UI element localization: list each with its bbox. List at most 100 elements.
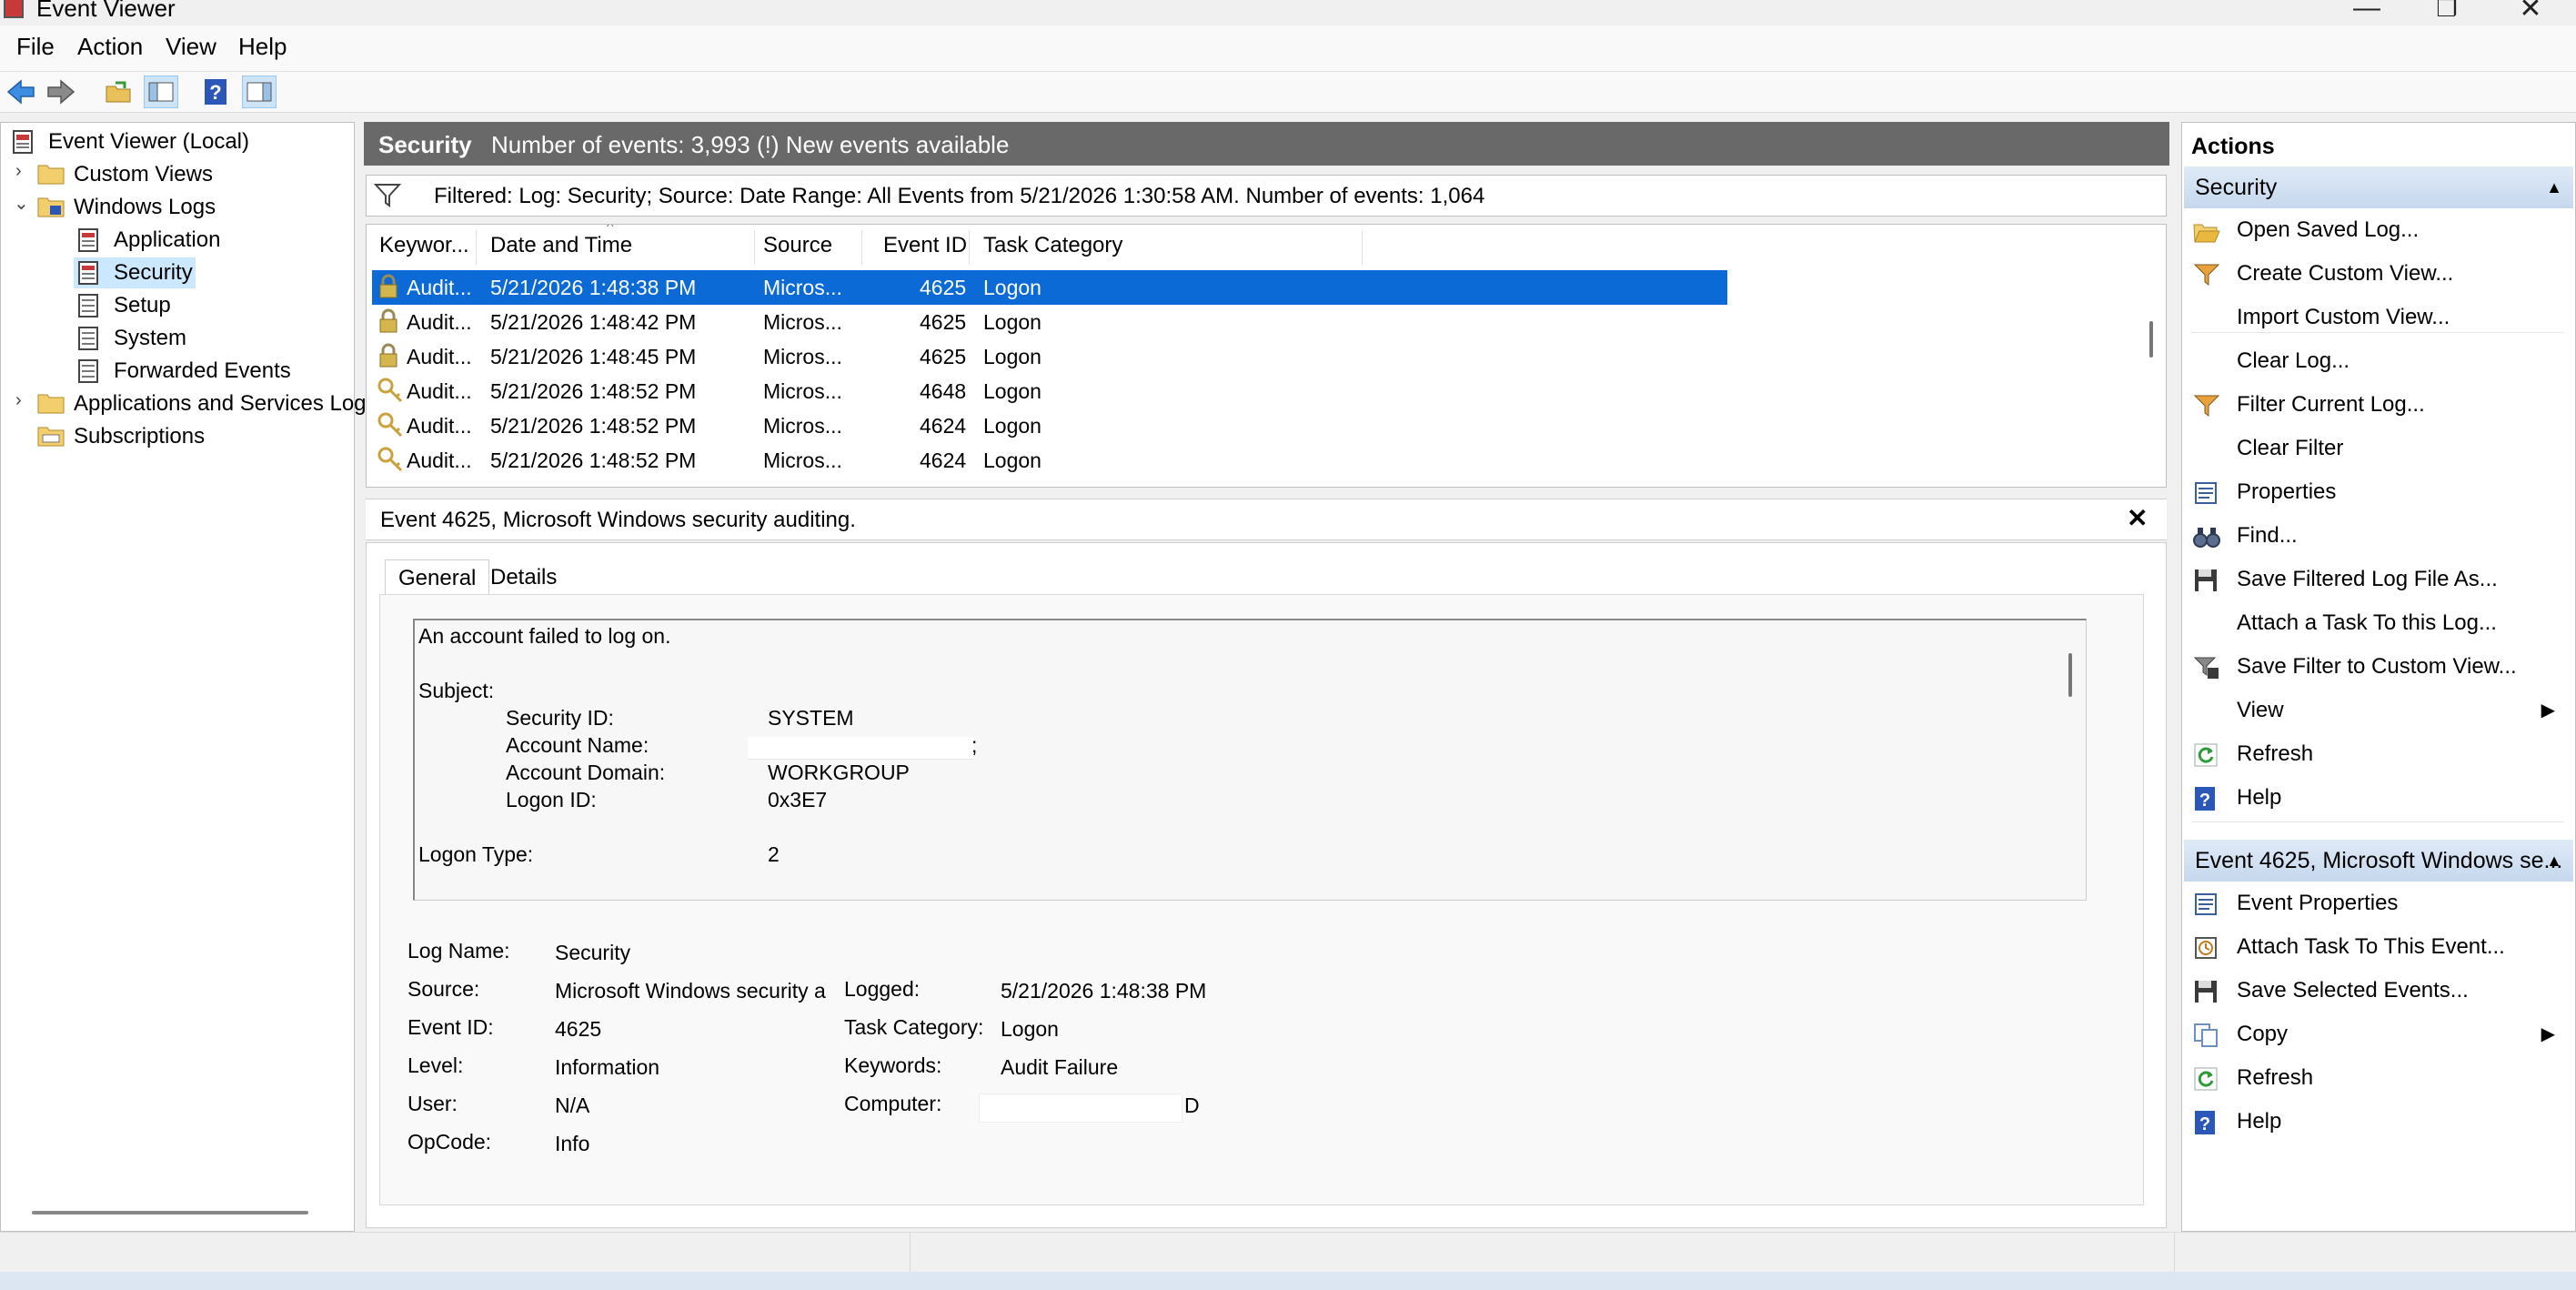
tree-label: Custom Views [74,162,213,186]
forward-arrow-icon[interactable] [44,76,78,108]
event-id-label: Event ID: [408,1015,494,1039]
tree-node-custom-views[interactable]: Custom Views [37,159,213,190]
action-copy[interactable]: Copy ▶ [2191,1014,2564,1054]
open-folder-icon[interactable] [102,76,136,108]
tree-label: Subscriptions [74,424,206,448]
action-create-custom-view[interactable]: Create Custom View... [2191,254,2564,294]
action-clear-filter[interactable]: Clear Filter [2191,428,2564,469]
save-icon [2193,978,2220,1003]
table-row[interactable]: Audit... 5/21/2026 1:48:52 PM Micros... … [372,443,1727,478]
security-id-label: Security ID: [506,706,614,730]
action-label: Attach Task To This Event... [2237,934,2505,959]
tree-node-setup[interactable]: Setup [77,290,171,321]
action-label: Refresh [2237,741,2314,766]
table-row[interactable]: Audit... 5/21/2026 1:48:45 PM Micros... … [372,339,1727,374]
back-arrow-icon[interactable] [4,76,38,108]
source-label: Source: [408,977,480,1001]
tab-details[interactable]: Details [478,559,569,596]
action-properties[interactable]: Properties [2191,472,2564,512]
action-label: Save Filtered Log File As... [2237,567,2498,591]
menu-help[interactable]: Help [238,33,287,61]
security-id-value: SYSTEM [768,706,854,730]
tree-node-security[interactable]: Security [74,257,196,288]
events-list-scrollbar[interactable] [2149,321,2153,358]
close-detail-icon[interactable]: ✕ [2127,503,2148,533]
tree-node-forwarded-events[interactable]: Forwarded Events [77,356,291,387]
table-row[interactable]: Audit... 5/21/2026 1:48:38 PM Micros... … [372,270,1727,305]
action-help[interactable]: ? Help [2191,778,2564,818]
action-event-properties[interactable]: Event Properties [2191,883,2564,923]
tree-label: Event Viewer (Local) [48,129,249,154]
log-icon [77,293,105,318]
action-label: Filter Current Log... [2237,392,2425,417]
tree-node-windows-logs[interactable]: Windows Logs [37,192,216,223]
action-attach-task-to-this-event[interactable]: Attach Task To This Event... [2191,927,2564,967]
tree-node-applications-services[interactable]: Applications and Services Log [37,388,367,419]
menu-view[interactable]: View [166,33,216,61]
minimize-button[interactable]: — [2340,0,2394,24]
help-icon[interactable]: ? [198,76,233,108]
action-open-saved-log[interactable]: Open Saved Log... [2191,210,2564,250]
show-hide-action-pane-icon[interactable] [242,76,277,108]
action-view[interactable]: View ▶ [2191,690,2564,731]
action-find[interactable]: Find... [2191,516,2564,556]
description-line: An account failed to log on. [418,624,671,648]
cell-event-id: 4624 [920,448,967,472]
cell-source: Micros... [763,276,842,299]
tree-horizontal-scrollbar[interactable] [32,1211,308,1214]
collapse-icon[interactable]: ▲ [2546,166,2562,208]
action-refresh[interactable]: Refresh [2191,1058,2564,1098]
tab-general[interactable]: General [385,559,490,597]
action-filter-current-log[interactable]: Filter Current Log... [2191,385,2564,425]
tree-node-root[interactable]: Event Viewer (Local) [12,126,249,157]
actions-section-event[interactable]: Event 4625, Microsoft Windows se... ▲ [2184,840,2573,882]
tree-node-system[interactable]: System [77,323,186,354]
binoculars-icon [2193,523,2220,549]
user-value: N/A [555,1093,590,1117]
action-attach-a-task-to-this-log[interactable]: Attach a Task To this Log... [2191,603,2564,643]
action-save-filter-to-custom-view[interactable]: Save Filter to Custom View... [2191,647,2564,687]
table-row[interactable]: Audit... 5/21/2026 1:48:42 PM Micros... … [372,305,1727,339]
actions-pane: Actions Security ▲ Event 4625, Microsoft… [2181,122,2576,1232]
menu-action[interactable]: Action [77,33,143,61]
cell-datetime: 5/21/2026 1:48:42 PM [490,310,697,334]
chevron-right-icon[interactable]: › [15,390,22,411]
table-row[interactable]: Audit... 5/21/2026 1:48:52 PM Micros... … [372,374,1727,408]
column-header-keywords[interactable]: Keywor... [379,230,469,261]
actions-section-security[interactable]: Security ▲ [2184,166,2573,208]
column-header-event-id[interactable]: Event ID [883,230,967,261]
cell-category: Logon [983,448,1041,472]
action-label: Copy [2237,1022,2289,1046]
task-icon [2193,934,2220,960]
tree-label: Setup [114,293,171,317]
table-row[interactable]: Audit... 5/21/2026 1:48:52 PM Micros... … [372,408,1727,443]
description-scrollbar[interactable] [2068,653,2072,697]
close-window-button[interactable]: ✕ [2503,0,2558,25]
help-icon: ? [2193,1109,2220,1134]
logon-id-value: 0x3E7 [768,788,828,811]
show-hide-tree-icon[interactable] [144,76,178,108]
tree-node-application[interactable]: Application [77,225,220,256]
column-header-source[interactable]: Source [763,230,832,261]
cell-event-id: 4648 [920,379,967,403]
menu-file[interactable]: File [16,33,55,61]
event-description[interactable]: An account failed to log on. Subject: Se… [413,619,2087,901]
cell-category: Logon [983,379,1041,403]
log-icon [77,358,105,384]
action-clear-log[interactable]: Clear Log... [2191,341,2564,381]
column-header-task-category[interactable]: Task Category [983,230,1122,261]
tree-node-subscriptions[interactable]: Subscriptions [37,421,205,452]
toolbar: ? [0,72,2576,113]
cell-event-id: 4625 [920,310,967,334]
action-refresh[interactable]: Refresh [2191,734,2564,774]
action-save-selected-events[interactable]: Save Selected Events... [2191,971,2564,1011]
restore-button[interactable]: ❐ [2420,0,2474,23]
collapse-icon[interactable]: ▲ [2546,840,2562,882]
chevron-down-icon[interactable]: ⌄ [14,192,29,215]
action-help[interactable]: ? Help [2191,1102,2564,1142]
opcode-value: Info [555,1132,590,1155]
events-list[interactable]: Keywor... Date and Time ^ Source Event I… [366,224,2167,488]
log-name-label: Log Name: [408,939,510,962]
action-save-filtered-log-file-as[interactable]: Save Filtered Log File As... [2191,559,2564,600]
chevron-right-icon[interactable]: › [15,161,22,182]
